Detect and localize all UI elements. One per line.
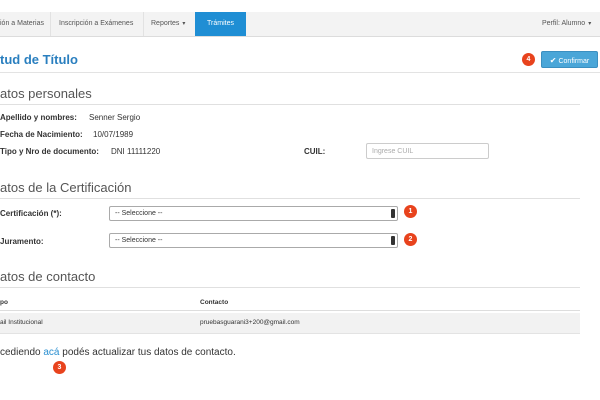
page-title: tud de Título: [0, 52, 78, 67]
oath-select[interactable]: -- Seleccione --: [109, 233, 398, 248]
nav-item-reportes[interactable]: Reportes ▾: [151, 12, 191, 36]
section-title-personal: atos personales: [0, 86, 92, 101]
step-badge-2: 2: [404, 233, 417, 246]
nav-separator: [143, 12, 144, 36]
document-label: Tipo y Nro de documento:: [0, 147, 99, 156]
column-header-type: po: [0, 299, 8, 306]
top-navbar: ión a Materias Inscripción a Exámenes Re…: [0, 12, 600, 37]
footer-prefix: cediendo: [0, 347, 44, 358]
nav-item-tramites[interactable]: Trámites: [195, 12, 246, 36]
contact-type-cell: ail Institucional: [0, 319, 43, 326]
contact-value-cell: pruebasguarani3+200@gmail.com: [200, 319, 300, 326]
section-title-certification: atos de la Certificación: [0, 180, 132, 195]
birth-label: Fecha de Nacimiento:: [0, 130, 83, 139]
check-icon: ✔: [549, 56, 557, 65]
name-value: Senner Sergio: [89, 113, 141, 122]
caret-down-icon: ▾: [588, 21, 592, 27]
update-contact-link[interactable]: acá: [43, 347, 59, 358]
confirm-label: Confirmar: [558, 58, 590, 65]
oath-label: Juramento:: [0, 237, 44, 246]
dropdown-arrow-icon: [391, 209, 395, 218]
cuil-label: CUIL:: [304, 147, 326, 156]
birth-value: 10/07/1989: [93, 130, 134, 139]
contact-update-text: cediendo acá podés actualizar tus datos …: [0, 347, 236, 358]
table-header-divider: [0, 310, 580, 311]
nav-separator: [50, 12, 51, 36]
name-label: Apellido y nombres:: [0, 113, 77, 122]
confirm-button[interactable]: ✔ Confirmar: [541, 51, 598, 68]
document-value: DNI 11111220: [111, 147, 161, 156]
nav-item-label: Reportes: [151, 20, 180, 27]
certification-selected: -- Seleccione --: [115, 210, 163, 217]
profile-label: Perfil: Alumno: [542, 20, 586, 27]
nav-item-label: ión a Materias: [0, 20, 44, 27]
section-divider: [0, 198, 580, 199]
nav-item-label: Inscripción a Exámenes: [59, 20, 134, 27]
step-badge-4: 4: [522, 53, 535, 66]
profile-menu[interactable]: Perfil: Alumno ▾: [542, 12, 598, 36]
certification-select[interactable]: -- Seleccione --: [109, 206, 398, 221]
section-title-contact: atos de contacto: [0, 269, 96, 284]
footer-suffix: podés actualizar tus datos de contacto.: [59, 347, 236, 358]
step-badge-3: 3: [53, 361, 66, 374]
nav-item-materias[interactable]: ión a Materias: [0, 12, 50, 36]
page-divider: [0, 72, 600, 73]
nav-item-label: Trámites: [207, 20, 234, 27]
section-divider: [0, 104, 580, 105]
table-row: ail Institucional pruebasguarani3+200@gm…: [0, 313, 580, 334]
caret-down-icon: ▾: [182, 21, 186, 27]
cuil-input[interactable]: [366, 143, 489, 159]
nav-item-examenes[interactable]: Inscripción a Exámenes: [59, 12, 139, 36]
oath-selected: -- Seleccione --: [115, 237, 163, 244]
certification-label: Certificación (*):: [0, 209, 62, 218]
step-badge-1: 1: [404, 205, 417, 218]
column-header-contact: Contacto: [200, 299, 229, 306]
section-divider: [0, 287, 580, 288]
dropdown-arrow-icon: [391, 236, 395, 245]
